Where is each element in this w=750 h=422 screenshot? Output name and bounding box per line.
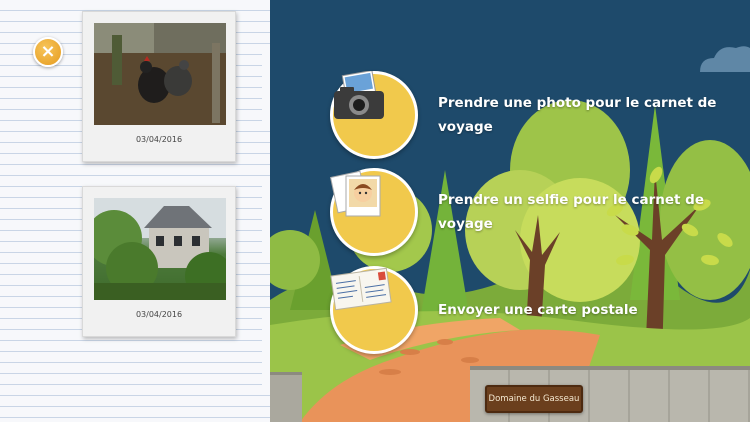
photo-card-1[interactable]: 03/04/2016: [82, 11, 236, 162]
notebook-panel: × 03/04/2016 03/04/2016: [0, 0, 270, 422]
photo-date: 03/04/2016: [135, 135, 183, 144]
photo-hens: [94, 23, 226, 125]
menu-item-selfie[interactable]: Prendre un selfie pour le carnet de voya…: [330, 168, 718, 256]
selfie-button[interactable]: [330, 168, 418, 256]
camera-button[interactable]: [330, 71, 418, 159]
menu-item-photo[interactable]: Prendre une photo pour le carnet de voya…: [330, 71, 718, 159]
menu-label-selfie[interactable]: Prendre un selfie pour le carnet de voya…: [438, 188, 718, 236]
close-button[interactable]: ×: [33, 37, 63, 67]
menu-item-postcard[interactable]: Envoyer une carte postale: [330, 266, 718, 354]
stone-wall-left: [270, 372, 302, 422]
photo-house: [94, 198, 226, 300]
postcard-button[interactable]: [330, 266, 418, 354]
close-icon: ×: [40, 41, 56, 62]
location-sign-label: Domaine du Gasseau: [488, 394, 580, 404]
postcard-icon: [330, 267, 392, 311]
scene-panel: Prendre une photo pour le carnet de voya…: [270, 0, 750, 422]
menu-label-postcard[interactable]: Envoyer une carte postale: [438, 298, 718, 322]
selfie-icon: [330, 170, 381, 217]
location-sign: Domaine du Gasseau: [485, 385, 583, 413]
photo-card-2[interactable]: 03/04/2016: [82, 186, 236, 337]
camera-icon: [334, 71, 384, 119]
photo-date: 03/04/2016: [135, 310, 183, 319]
menu-label-photo[interactable]: Prendre une photo pour le carnet de voya…: [438, 91, 718, 139]
